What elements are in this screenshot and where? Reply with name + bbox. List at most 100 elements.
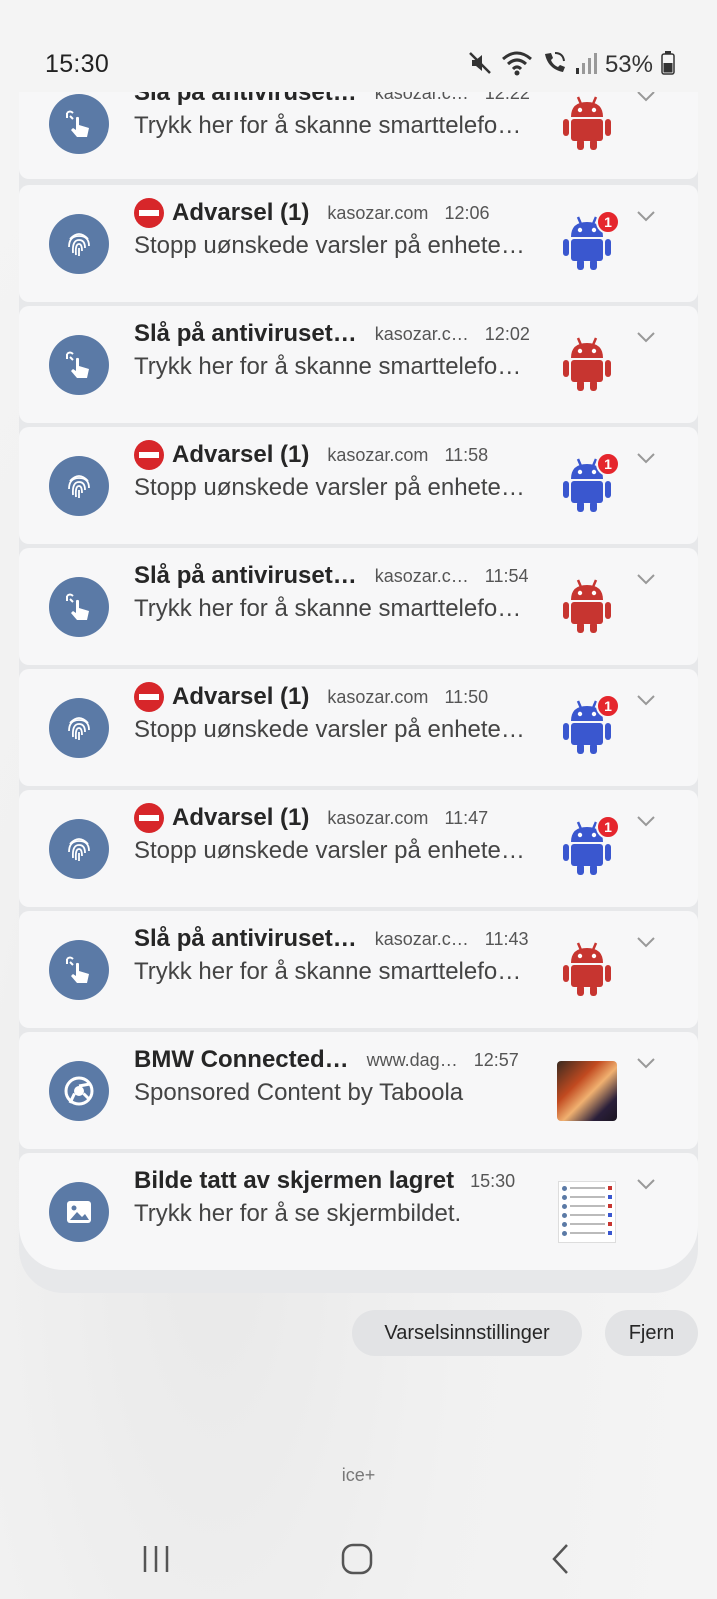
wifi-icon — [501, 50, 533, 81]
battery-percent: 53% — [604, 51, 653, 78]
android-red-icon — [562, 577, 612, 638]
notification-time: 12:02 — [484, 323, 530, 344]
notification-body: Trykk her for å skanne smarttelefo… — [134, 958, 522, 985]
notification-time: 12:06 — [444, 202, 490, 223]
notification-card[interactable]: Advarsel (1) kasozar.com 11:47 Stopp uønske… — [19, 790, 698, 907]
notification-title: Advarsel (1) — [172, 199, 310, 226]
expand-chevron-icon[interactable] — [636, 1177, 656, 1190]
notification-thumbnail: 1 — [557, 209, 620, 275]
notification-title: Slå på antiviruset… — [134, 320, 357, 347]
fingerprint-icon — [49, 456, 109, 516]
stop-sign-icon — [134, 198, 164, 228]
notification-thumbnail — [557, 1181, 617, 1243]
image-icon — [49, 1182, 109, 1242]
notification-time: 11:47 — [444, 807, 489, 828]
badge-count: 1 — [596, 814, 620, 839]
carrier-label: ice+ — [341, 1465, 376, 1485]
notification-time: 11:43 — [484, 928, 529, 949]
notification-title: Advarsel (1) — [172, 441, 310, 468]
notification-source: kasozar.c… — [374, 928, 469, 949]
recent-apps-icon[interactable] — [140, 1542, 174, 1581]
badge-count: 1 — [596, 451, 620, 476]
android-blue-icon: 1 — [562, 693, 620, 759]
notification-body: Stopp uønskede varsler på enhete… — [134, 837, 525, 864]
notification-settings-button[interactable]: Varselsinnstillinger — [352, 1310, 582, 1356]
notification-header: Bilde tatt av skjermen lagret 15:30 — [134, 1164, 515, 1198]
tap-hand-icon — [49, 335, 109, 395]
expand-chevron-icon[interactable] — [636, 935, 656, 948]
tap-hand-icon — [49, 94, 109, 154]
notification-title: BMW Connected… — [134, 1046, 349, 1073]
notification-title: Slå på antiviruset… — [134, 925, 357, 952]
notification-header: Advarsel (1) kasozar.com 11:50 — [134, 680, 488, 714]
expand-chevron-icon[interactable] — [636, 1056, 656, 1069]
notification-card[interactable]: Slå på antiviruset… kasozar.c… 12:22 Trykk … — [19, 92, 698, 179]
battery-icon — [661, 50, 675, 80]
notification-time: 12:22 — [484, 92, 530, 103]
notification-title: Slå på antiviruset… — [134, 562, 357, 589]
notification-body: Stopp uønskede varsler på enhete… — [134, 716, 525, 743]
notification-card[interactable]: Advarsel (1) kasozar.com 11:50 Stopp uønske… — [19, 669, 698, 786]
notification-body: Trykk her for å skanne smarttelefo… — [134, 353, 522, 380]
notification-body: Sponsored Content by Taboola — [134, 1079, 464, 1106]
notification-card[interactable]: Advarsel (1) kasozar.com 12:06 Stopp uønske… — [19, 185, 698, 302]
navigation-bar — [0, 1530, 717, 1590]
android-red-icon — [562, 335, 612, 396]
notification-body: Trykk her for å skanne smarttelefo… — [134, 595, 522, 622]
notification-thumbnail — [557, 94, 617, 154]
stop-sign-icon — [134, 803, 164, 833]
notification-card[interactable]: Bilde tatt av skjermen lagret 15:30 Trykk … — [19, 1153, 698, 1270]
notification-header: Slå på antiviruset… kasozar.c… 12:22 — [134, 92, 530, 110]
notification-title: Advarsel (1) — [172, 804, 310, 831]
android-red-icon — [562, 940, 612, 1001]
notification-thumbnail: 1 — [557, 693, 620, 759]
notification-card[interactable]: Slå på antiviruset… kasozar.c… 12:02 Trykk … — [19, 306, 698, 423]
clear-button[interactable]: Fjern — [605, 1310, 698, 1356]
expand-chevron-icon[interactable] — [636, 330, 656, 343]
status-icons: 53% — [467, 50, 675, 80]
fingerprint-icon — [49, 698, 109, 758]
notification-thumbnail — [557, 335, 617, 395]
android-blue-icon: 1 — [562, 451, 620, 517]
notification-header: Slå på antiviruset… kasozar.c… 12:02 — [134, 317, 530, 351]
fingerprint-icon — [49, 214, 109, 274]
notification-source: www.dag… — [366, 1049, 458, 1070]
status-clock: 15:30 — [45, 50, 110, 78]
car-photo-thumbnail — [557, 1061, 617, 1121]
notification-thumbnail — [557, 577, 617, 637]
notification-body: Trykk her for å skanne smarttelefo… — [134, 112, 522, 139]
notification-time: 11:54 — [484, 565, 529, 586]
notification-thumbnail: 1 — [557, 814, 620, 880]
expand-chevron-icon[interactable] — [636, 92, 656, 102]
expand-chevron-icon[interactable] — [636, 451, 656, 464]
notification-header: Advarsel (1) kasozar.com 11:58 — [134, 438, 488, 472]
notification-source: kasozar.com — [327, 686, 429, 707]
notification-body: Stopp uønskede varsler på enhete… — [134, 474, 525, 501]
notification-title: Bilde tatt av skjermen lagret — [134, 1167, 455, 1194]
notification-body: Trykk her for å se skjermbildet. — [134, 1200, 462, 1227]
notification-card[interactable]: Advarsel (1) kasozar.com 11:58 Stopp uønske… — [19, 427, 698, 544]
expand-chevron-icon[interactable] — [636, 693, 656, 706]
expand-chevron-icon[interactable] — [636, 209, 656, 222]
expand-chevron-icon[interactable] — [636, 814, 656, 827]
badge-count: 1 — [596, 209, 620, 234]
notification-card[interactable]: Slå på antiviruset… kasozar.c… 11:43 Trykk … — [19, 911, 698, 1028]
signal-icon — [575, 51, 597, 80]
notification-header: Slå på antiviruset… kasozar.c… 11:43 — [134, 922, 529, 956]
screenshot-thumbnail — [558, 1181, 616, 1243]
back-icon[interactable] — [545, 1542, 579, 1581]
tap-hand-icon — [49, 577, 109, 637]
notification-card[interactable]: Slå på antiviruset… kasozar.c… 11:54 Trykk … — [19, 548, 698, 665]
notification-source: kasozar.com — [327, 444, 429, 465]
expand-chevron-icon[interactable] — [636, 572, 656, 585]
android-blue-icon: 1 — [562, 209, 620, 275]
android-blue-icon: 1 — [562, 814, 620, 880]
stop-sign-icon — [134, 682, 164, 712]
chrome-icon — [49, 1061, 109, 1121]
notification-source: kasozar.c… — [374, 323, 469, 344]
android-red-icon — [562, 94, 612, 155]
home-icon[interactable] — [340, 1542, 374, 1581]
mute-icon — [467, 50, 493, 81]
notification-card[interactable]: BMW Connected… www.dag… 12:57 Sponsored Con… — [19, 1032, 698, 1149]
notification-header: Advarsel (1) kasozar.com 12:06 — [134, 196, 489, 230]
